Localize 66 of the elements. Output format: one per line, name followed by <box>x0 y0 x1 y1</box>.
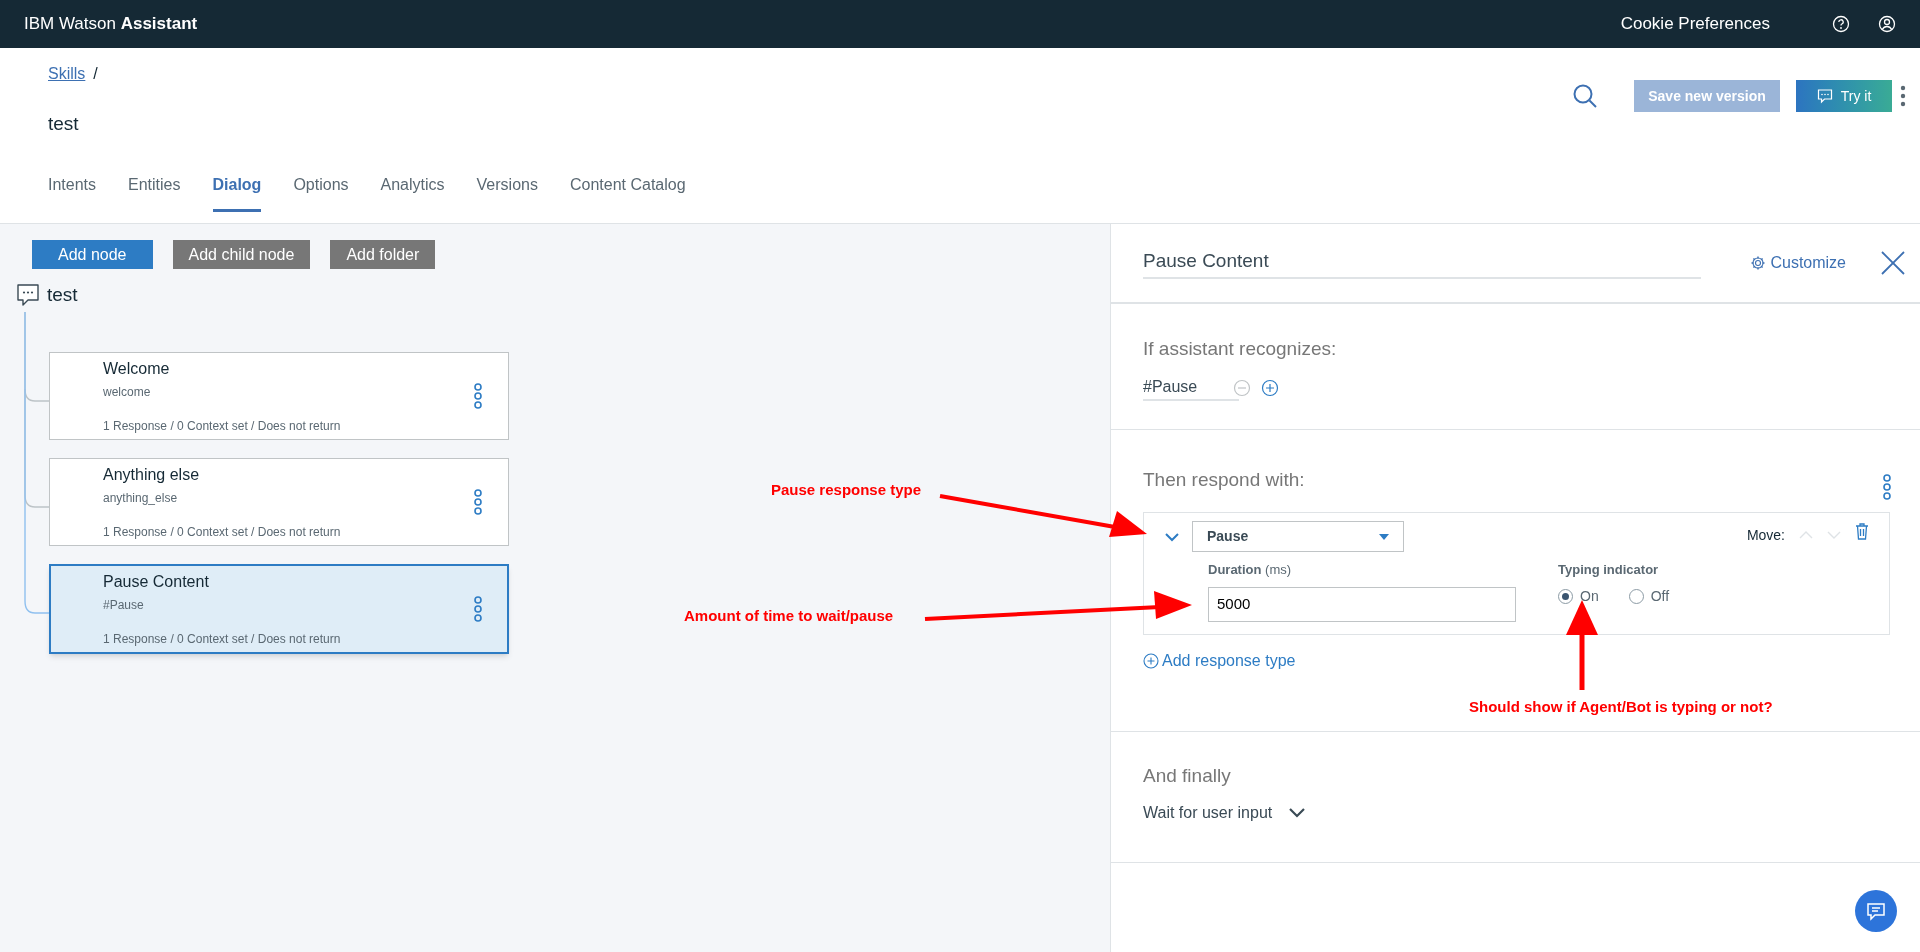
node-condition: welcome <box>103 383 152 401</box>
dialog-node-card[interactable]: Welcome welcome 1 Response / 0 Context set / Does not return <box>49 351 509 440</box>
root-node-label: test <box>47 283 78 307</box>
brand-title: IBM Watson Assistant <box>24 13 198 36</box>
add-response-link[interactable]: Add response type <box>1143 649 1890 673</box>
tab[interactable]: Entities <box>128 166 181 212</box>
node-name-field[interactable]: Pause Content <box>1143 246 1701 280</box>
user-icon[interactable] <box>1878 15 1896 33</box>
annotation-text: Should show if Agent/Bot is typing or not? <box>1469 697 1773 717</box>
settings-icon <box>1750 255 1767 271</box>
duration-label: Duration (ms) <box>1208 561 1293 579</box>
close-icon[interactable] <box>1880 250 1906 276</box>
customize-link[interactable]: Customize <box>1750 251 1846 275</box>
dialog-action-button[interactable]: Add child node <box>172 240 311 269</box>
tab[interactable]: Dialog <box>212 166 262 212</box>
search-icon[interactable] <box>1572 83 1598 109</box>
section-heading: Then respond with: <box>1143 467 1305 492</box>
typing-radio-option[interactable]: On <box>1558 585 1599 607</box>
node-menu-icon[interactable] <box>473 382 483 409</box>
help-icon[interactable] <box>1832 15 1850 33</box>
node-title: Pause Content <box>103 571 210 592</box>
node-summary: 1 Response / 0 Context set / Does not return <box>103 630 342 648</box>
response-type-dropdown[interactable]: Pause <box>1192 521 1404 552</box>
page-title: test <box>48 112 80 136</box>
breadcrumb-separator: / <box>93 64 98 84</box>
expand-chevron-icon[interactable] <box>1288 807 1307 818</box>
add-icon <box>1143 653 1159 669</box>
tab[interactable]: Content Catalog <box>569 166 686 212</box>
delete-icon[interactable] <box>1855 523 1869 540</box>
collapse-chevron-icon[interactable] <box>1164 531 1180 542</box>
dialog-action-button[interactable]: Add folder <box>330 240 436 269</box>
annotation-text: Pause response type <box>771 480 922 500</box>
section-heading: And finally <box>1143 764 1232 788</box>
chat-icon <box>1866 901 1886 921</box>
dialog-node-card[interactable]: Pause Content #Pause 1 Response / 0 Context set / Does not return <box>49 563 509 654</box>
annotation-text: Amount of time to wait/pause <box>684 606 894 626</box>
node-condition: anything_else <box>103 489 179 507</box>
node-condition: #Pause <box>103 596 145 614</box>
tab[interactable]: Intents <box>48 166 97 212</box>
skills-link[interactable]: Skills <box>48 62 86 86</box>
node-title: Anything else <box>103 464 201 485</box>
add-icon[interactable] <box>1261 378 1279 397</box>
overflow-menu-icon[interactable] <box>1900 85 1906 107</box>
tab[interactable]: Options <box>293 166 349 212</box>
typing-radio-option[interactable]: Off <box>1628 585 1670 607</box>
response-menu-icon[interactable] <box>1882 474 1892 500</box>
tab[interactable]: Versions <box>476 166 538 212</box>
node-summary: 1 Response / 0 Context set / Does not return <box>103 523 342 541</box>
dialog-action-button[interactable]: Add node <box>32 240 153 269</box>
finally-action-label: Wait for user input <box>1143 802 1273 823</box>
duration-input[interactable]: 5000 <box>1208 586 1516 622</box>
typing-indicator-label: Typing indicator <box>1558 561 1660 579</box>
node-summary: 1 Response / 0 Context set / Does not return <box>103 417 342 435</box>
chat-icon <box>1816 88 1833 104</box>
chat-fab-button[interactable] <box>1855 890 1897 932</box>
section-heading: If assistant recognizes: <box>1143 337 1338 361</box>
node-menu-icon[interactable] <box>473 488 483 515</box>
node-title: Welcome <box>103 358 171 379</box>
dialog-node-card[interactable]: Anything else anything_else 1 Response / 0 Context set / Does not return <box>49 457 509 546</box>
tab[interactable]: Analytics <box>380 166 445 212</box>
cookie-preferences-link[interactable]: Cookie Preferences <box>1620 11 1770 37</box>
move-label: Move: <box>1746 526 1785 545</box>
condition-field[interactable]: #Pause <box>1143 374 1239 401</box>
node-menu-icon[interactable] <box>473 595 483 622</box>
try-it-button[interactable]: Try it <box>1796 80 1892 112</box>
caret-icon <box>1379 533 1389 540</box>
